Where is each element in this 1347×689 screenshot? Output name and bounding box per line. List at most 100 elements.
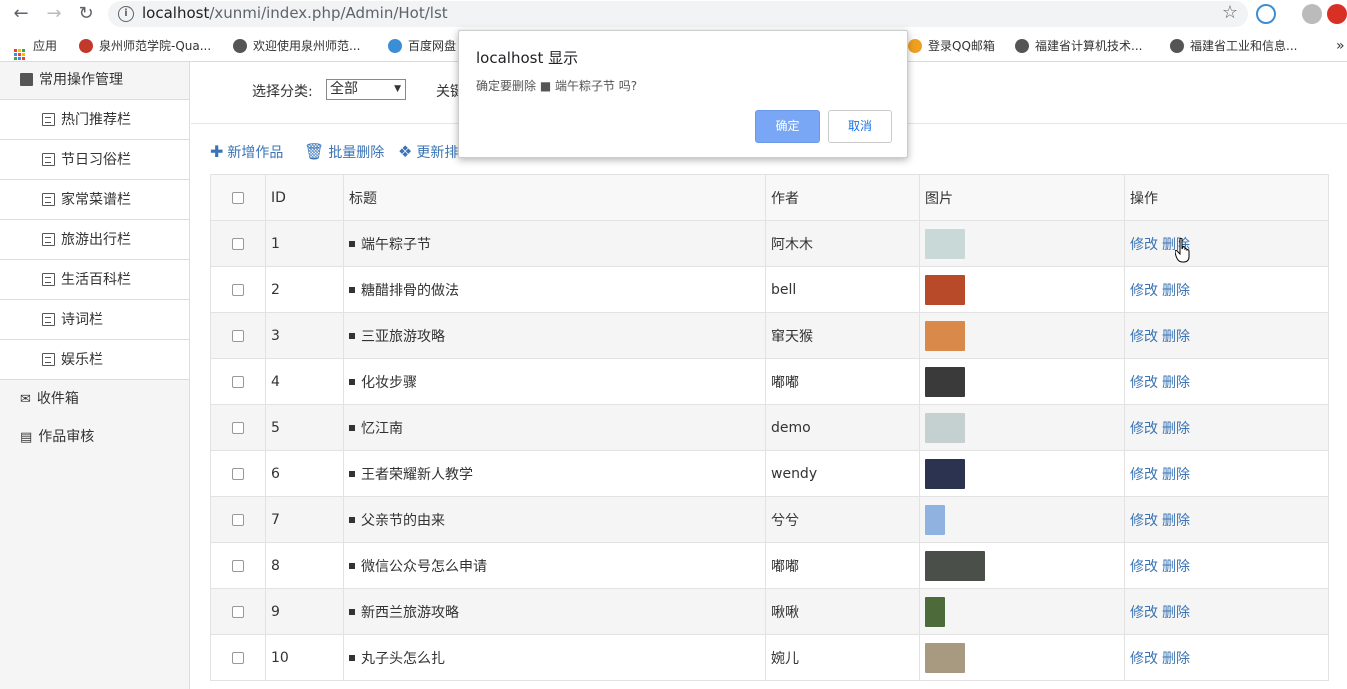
row-id: 5 (265, 404, 344, 451)
edit-link[interactable]: 修改 (1130, 375, 1158, 391)
globe-icon (1170, 39, 1184, 53)
row-checkbox[interactable] (232, 467, 244, 480)
forward-icon[interactable]: → (42, 3, 66, 27)
update-sort-button[interactable]: ❖ 更新排 (398, 142, 458, 162)
sidebar-item-poetry[interactable]: 诗词栏 (0, 300, 189, 340)
star-icon[interactable]: ☆ (1222, 2, 1238, 23)
avatar-icon[interactable] (1302, 4, 1322, 24)
sidebar-item-travel[interactable]: 旅游出行栏 (0, 220, 189, 260)
cancel-button[interactable]: 取消 (828, 110, 892, 143)
edit-link[interactable]: 修改 (1130, 329, 1158, 345)
cloud-icon (388, 39, 402, 53)
confirm-dialog: localhost 显示 确定要删除 ■ 端午粽子节 吗? 确定 取消 (458, 30, 908, 158)
bookmark-item[interactable]: 泉州师范学院-Qua... (79, 38, 211, 56)
row-title-cell: 新西兰旅游攻略 (343, 588, 766, 635)
edit-link[interactable]: 修改 (1130, 421, 1158, 437)
row-title: 微信公众号怎么申请 (361, 558, 487, 575)
confirm-button[interactable]: 确定 (755, 110, 820, 143)
list-icon (42, 193, 55, 206)
bookmark-apps[interactable]: 应用 (14, 38, 57, 60)
bookmark-item[interactable]: 欢迎使用泉州师范... (233, 38, 360, 56)
delete-link[interactable]: 删除 (1162, 375, 1190, 391)
batch-delete-button[interactable]: 🗑 批量删除 (304, 142, 384, 162)
globe-icon (1015, 39, 1029, 53)
row-select-cell (210, 312, 266, 359)
delete-link[interactable]: 删除 (1162, 559, 1190, 575)
sidebar-item-entertainment[interactable]: 娱乐栏 (0, 340, 189, 380)
back-icon[interactable]: ← (9, 3, 33, 27)
row-id: 3 (265, 312, 344, 359)
row-checkbox[interactable] (232, 283, 244, 296)
row-image-cell (919, 634, 1125, 681)
row-author: 婉儿 (765, 634, 920, 681)
sidebar-item-festival[interactable]: 节日习俗栏 (0, 140, 189, 180)
row-actions: 修改 删除 (1124, 450, 1329, 497)
row-author: 阿木木 (765, 220, 920, 267)
row-select-cell (210, 496, 266, 543)
extension-red-icon[interactable] (1327, 4, 1347, 24)
row-id: 1 (265, 220, 344, 267)
thumbnail-image (925, 228, 965, 259)
edit-link[interactable]: 修改 (1130, 559, 1158, 575)
row-image-cell (919, 404, 1125, 451)
row-image-cell (919, 542, 1125, 589)
sidebar-item-review[interactable]: ▤ 作品审核 (0, 418, 189, 456)
bullet-icon (349, 516, 355, 523)
delete-link[interactable]: 删除 (1162, 651, 1190, 667)
list-icon (42, 233, 55, 246)
sidebar-item-inbox[interactable]: ✉ 收件箱 (0, 380, 189, 418)
select-all-checkbox[interactable] (232, 191, 244, 204)
row-title-cell: 糖醋排骨的做法 (343, 266, 766, 313)
edit-link[interactable]: 修改 (1130, 237, 1158, 253)
edit-link[interactable]: 修改 (1130, 513, 1158, 529)
delete-link[interactable]: 删除 (1162, 329, 1190, 345)
row-checkbox[interactable] (232, 605, 244, 618)
row-checkbox[interactable] (232, 329, 244, 342)
edit-link[interactable]: 修改 (1130, 605, 1158, 621)
row-checkbox[interactable] (232, 651, 244, 664)
sidebar-item-life[interactable]: 生活百科栏 (0, 260, 189, 300)
thumbnail-image (925, 642, 965, 673)
row-checkbox[interactable] (232, 421, 244, 434)
delete-link[interactable]: 删除 (1162, 467, 1190, 483)
edit-link[interactable]: 修改 (1130, 467, 1158, 483)
delete-link[interactable]: 删除 (1162, 283, 1190, 299)
row-select-cell (210, 450, 266, 497)
category-label: 选择分类: (252, 84, 313, 100)
category-select[interactable]: 全部 ▼ (326, 79, 406, 100)
row-id: 4 (265, 358, 344, 405)
delete-link[interactable]: 删除 (1162, 421, 1190, 437)
row-checkbox[interactable] (232, 237, 244, 250)
bookmarks-more[interactable]: » (1336, 38, 1345, 56)
row-title: 端午粽子节 (361, 236, 431, 253)
reload-icon[interactable]: ↻ (74, 3, 98, 27)
row-checkbox[interactable] (232, 559, 244, 572)
address-bar[interactable]: i localhost/xunmi/index.php/Admin/Hot/ls… (108, 1, 1248, 27)
delete-link[interactable]: 删除 (1162, 605, 1190, 621)
header-image: 图片 (919, 174, 1125, 221)
table-row: 2 糖醋排骨的做法 bell 修改 删除 (210, 266, 1329, 313)
sidebar-item-hot[interactable]: 热门推荐栏 (0, 100, 189, 140)
row-checkbox[interactable] (232, 375, 244, 388)
edit-link[interactable]: 修改 (1130, 283, 1158, 299)
bullet-icon (349, 424, 355, 431)
apps-icon (14, 49, 25, 60)
header-id: ID (265, 174, 344, 221)
row-title-cell: 丸子头怎么扎 (343, 634, 766, 681)
row-title-cell: 父亲节的由来 (343, 496, 766, 543)
add-work-button[interactable]: ✚ 新增作品 (210, 142, 283, 162)
row-author: 嘟嘟 (765, 358, 920, 405)
bookmark-item[interactable]: 登录QQ邮箱 (908, 38, 995, 56)
sidebar-section-title[interactable]: 常用操作管理 (0, 62, 189, 100)
extension-icon[interactable] (1256, 4, 1276, 24)
thumbnail-image (925, 504, 945, 535)
bookmark-item[interactable]: 福建省工业和信息... (1170, 38, 1297, 56)
delete-link[interactable]: 删除 (1162, 513, 1190, 529)
manage-icon (20, 73, 33, 86)
info-icon[interactable]: i (118, 6, 134, 22)
bookmark-item[interactable]: 福建省计算机技术... (1015, 38, 1142, 56)
sidebar-item-recipes[interactable]: 家常菜谱栏 (0, 180, 189, 220)
bookmark-item[interactable]: 百度网盘 (388, 38, 456, 56)
edit-link[interactable]: 修改 (1130, 651, 1158, 667)
row-checkbox[interactable] (232, 513, 244, 526)
